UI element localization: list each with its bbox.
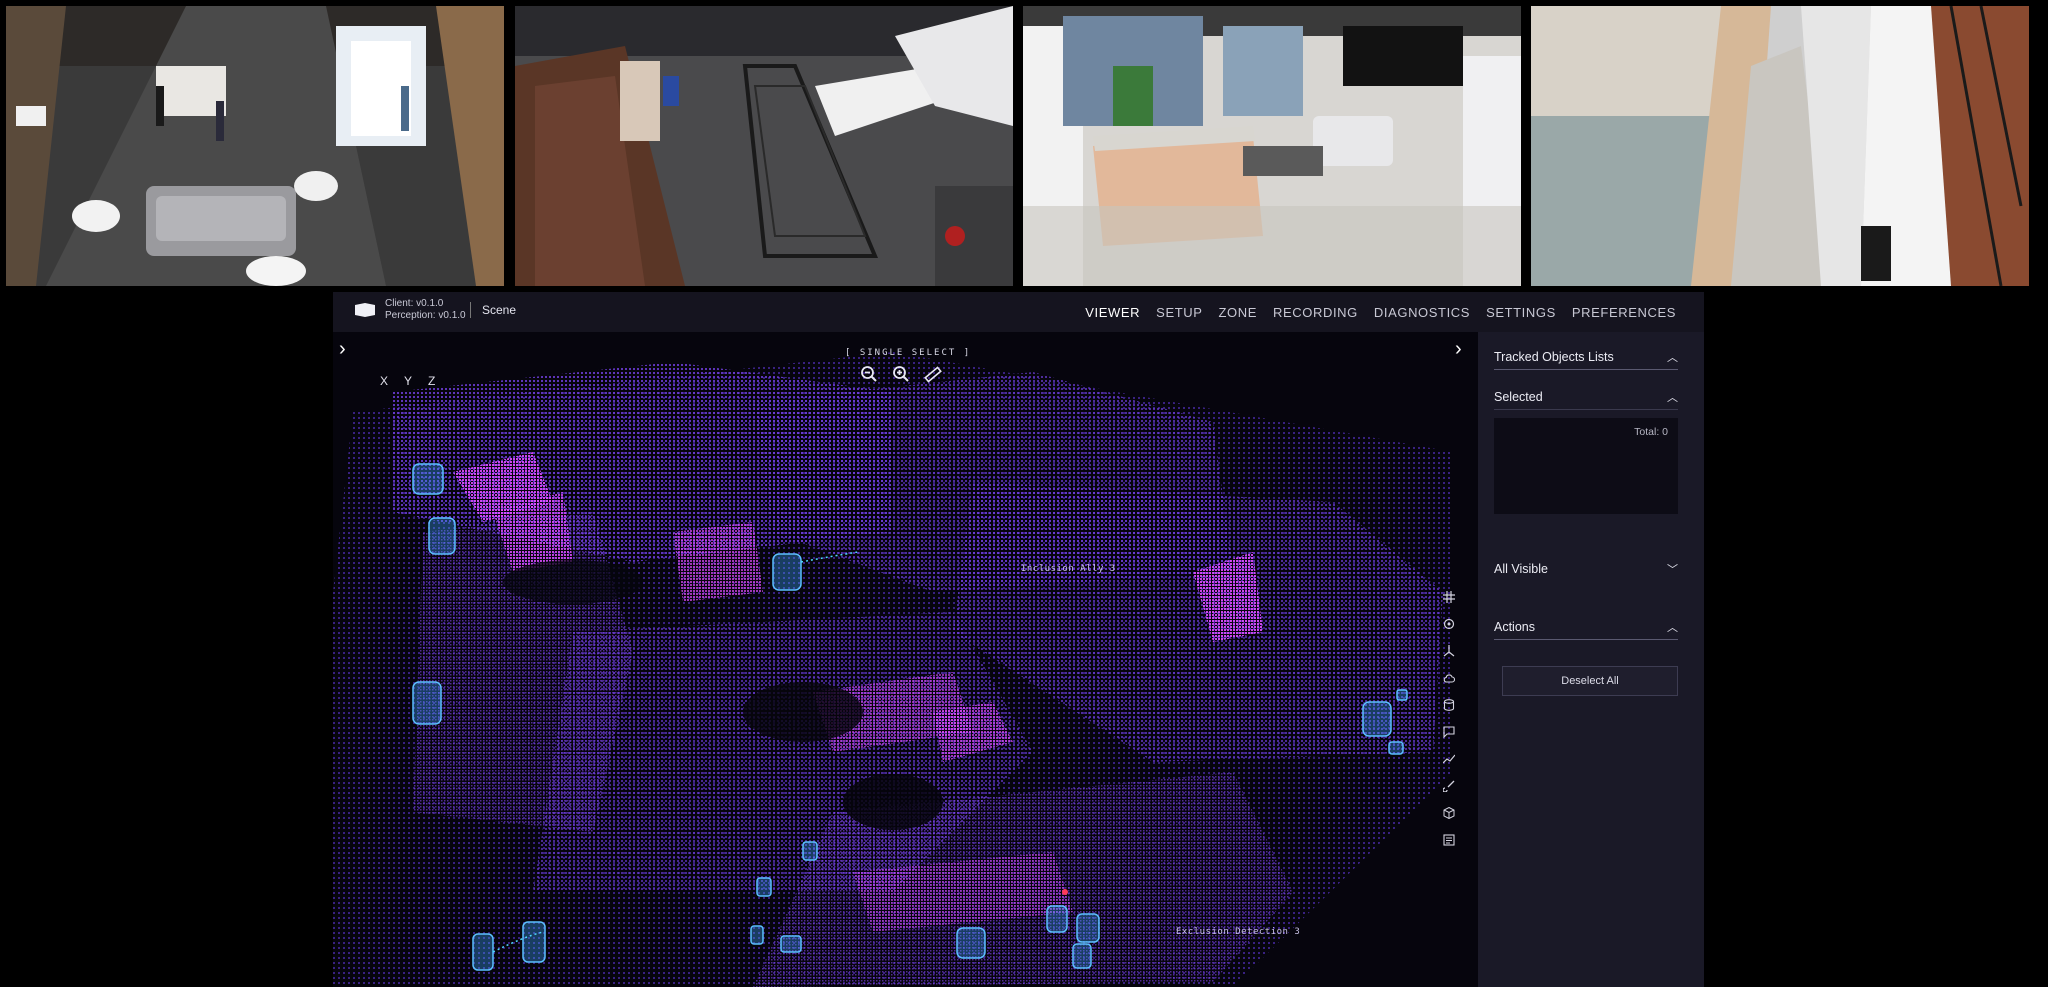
camera-image-reception xyxy=(1023,6,1521,286)
nav-zone[interactable]: ZONE xyxy=(1219,305,1258,320)
point-cloud-canvas[interactable] xyxy=(333,332,1478,987)
all-visible-title: All Visible xyxy=(1494,562,1548,576)
viewer-side-toolbar xyxy=(1441,588,1457,849)
ruler-icon[interactable] xyxy=(923,364,943,384)
perception-version: Perception: v0.1.0 xyxy=(385,310,466,321)
axis-y-button[interactable]: Y xyxy=(404,374,412,388)
cube-icon[interactable] xyxy=(1441,804,1457,822)
selected-total: Total: 0 xyxy=(1634,426,1668,438)
app-logo-icon[interactable] xyxy=(355,303,375,317)
note-icon[interactable] xyxy=(1441,831,1457,849)
chevron-up-icon[interactable]: ︿ xyxy=(1667,619,1678,635)
zoom-out-icon[interactable] xyxy=(859,364,879,384)
axis-toggles: X Y Z xyxy=(380,374,435,388)
database-icon[interactable] xyxy=(1441,696,1457,714)
zone-label-inclusion: Inclusion Ally 3 xyxy=(1021,564,1116,574)
target-icon[interactable] xyxy=(1441,615,1457,633)
actions-title: Actions xyxy=(1494,619,1535,634)
axes-icon[interactable] xyxy=(1441,642,1457,660)
nav-diagnostics[interactable]: DIAGNOSTICS xyxy=(1374,305,1470,320)
nav-viewer[interactable]: VIEWER xyxy=(1085,305,1140,320)
nav-settings[interactable]: SETTINGS xyxy=(1486,305,1556,320)
nav-preferences[interactable]: PREFERENCES xyxy=(1572,305,1676,320)
camera-image-lounge xyxy=(6,6,504,286)
deselect-all-button[interactable]: Deselect All xyxy=(1502,666,1678,696)
all-visible-header[interactable]: All Visible ﹀ xyxy=(1494,556,1678,582)
axis-x-button[interactable]: X xyxy=(380,374,388,388)
trend-icon[interactable] xyxy=(1441,750,1457,768)
point-cloud-viewer[interactable]: › › X Y Z [ SINGLE SELECT ] Inclusion Al… xyxy=(333,332,1478,987)
camera-image-stairs xyxy=(515,6,1013,286)
top-bar: Client: v0.1.0 Perception: v0.1.0 Scene … xyxy=(333,292,1704,332)
select-mode-label[interactable]: [ SINGLE SELECT ] xyxy=(845,348,971,358)
perception-app-window: Client: v0.1.0 Perception: v0.1.0 Scene … xyxy=(333,292,1704,987)
camera-feed-lounge[interactable] xyxy=(6,6,504,286)
camera-image-hallway xyxy=(1531,6,2029,286)
main-nav: VIEWER SETUP ZONE RECORDING DIAGNOSTICS … xyxy=(1069,292,1676,332)
grid-icon[interactable] xyxy=(1441,588,1457,606)
chevron-down-icon[interactable]: ﹀ xyxy=(1667,561,1678,577)
camera-feed-hallway[interactable] xyxy=(1531,6,2029,286)
chevron-up-icon[interactable]: ︿ xyxy=(1667,389,1678,405)
camera-feed-reception[interactable] xyxy=(1023,6,1521,286)
zoom-in-icon[interactable] xyxy=(891,364,911,384)
expand-left-panel-icon[interactable]: › xyxy=(339,338,346,361)
right-panel: Tracked Objects Lists ︿ Selected ︿ Total… xyxy=(1478,332,1704,987)
viewer-toolbar xyxy=(859,364,943,384)
comment-icon[interactable] xyxy=(1441,723,1457,741)
client-version: Client: v0.1.0 xyxy=(385,298,444,309)
selected-header[interactable]: Selected ︿ xyxy=(1494,384,1678,410)
header-divider xyxy=(470,302,471,318)
version-info: Client: v0.1.0 Perception: v0.1.0 xyxy=(385,298,466,322)
brush-icon[interactable] xyxy=(1441,777,1457,795)
selected-title: Selected xyxy=(1494,389,1543,404)
tracked-objects-header[interactable]: Tracked Objects Lists ︿ xyxy=(1494,344,1678,370)
actions-header[interactable]: Actions ︿ xyxy=(1494,614,1678,640)
selected-list: Total: 0 xyxy=(1494,418,1678,514)
nav-recording[interactable]: RECORDING xyxy=(1273,305,1358,320)
scene-label[interactable]: Scene xyxy=(482,303,516,317)
cloud-icon[interactable] xyxy=(1441,669,1457,687)
tracked-objects-title: Tracked Objects Lists xyxy=(1494,349,1614,364)
camera-feed-stairs[interactable] xyxy=(515,6,1013,286)
nav-setup[interactable]: SETUP xyxy=(1156,305,1202,320)
zone-label-exclusion: Exclusion Detection 3 xyxy=(1176,927,1301,937)
expand-right-panel-icon[interactable]: › xyxy=(1455,338,1462,361)
chevron-up-icon[interactable]: ︿ xyxy=(1667,349,1678,365)
axis-z-button[interactable]: Z xyxy=(428,374,435,388)
